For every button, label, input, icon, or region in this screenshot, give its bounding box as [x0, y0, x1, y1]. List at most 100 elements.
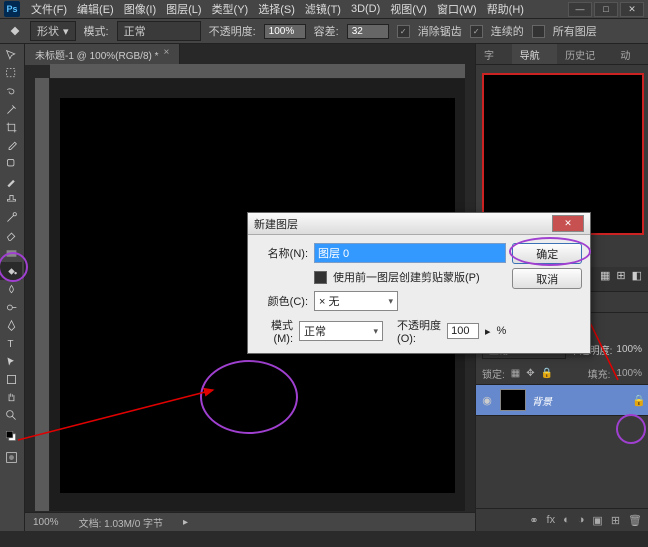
- svg-text:T: T: [7, 338, 13, 349]
- lock-all-icon[interactable]: 🔒: [541, 368, 553, 379]
- panel-icon[interactable]: ⊞: [616, 269, 625, 289]
- ruler-vertical: [35, 78, 50, 511]
- path-tool[interactable]: [0, 352, 22, 370]
- gradient-tool[interactable]: [0, 244, 22, 262]
- link-layers-icon[interactable]: ⚭: [529, 514, 538, 527]
- close-window-button[interactable]: ✕: [620, 2, 644, 17]
- menubar: Ps 文件(F) 编辑(E) 图像(I) 图层(L) 类型(Y) 选择(S) 滤…: [0, 0, 648, 19]
- panel-icon[interactable]: ◧: [632, 269, 642, 289]
- status-bar: 100% 文档: 1.03M/0 字节 ▸: [25, 512, 475, 531]
- menu-file[interactable]: 文件(F): [26, 1, 72, 17]
- document-tab-close-icon[interactable]: ×: [164, 47, 170, 62]
- zoom-display[interactable]: 100%: [33, 517, 59, 528]
- eraser-tool[interactable]: [0, 226, 22, 244]
- visibility-toggle-icon[interactable]: ◉: [480, 394, 494, 407]
- mode-field-label: 模式(M):: [258, 317, 293, 345]
- dialog-mode-dropdown[interactable]: 正常: [299, 321, 383, 341]
- layer-name-label[interactable]: 背景: [532, 393, 626, 408]
- adjustment-layer-icon[interactable]: ◑: [578, 514, 585, 526]
- tolerance-field[interactable]: 32: [347, 24, 389, 39]
- dialog-close-button[interactable]: ✕: [552, 215, 584, 232]
- menu-filter[interactable]: 滤镜(T): [300, 1, 346, 17]
- menu-edit[interactable]: 编辑(E): [72, 1, 119, 17]
- lasso-tool[interactable]: [0, 82, 22, 100]
- crop-tool[interactable]: [0, 118, 22, 136]
- antialias-checkbox[interactable]: ✓: [397, 25, 410, 38]
- navigator-preview[interactable]: [482, 73, 644, 235]
- mode-label: 模式:: [84, 23, 109, 39]
- document-tab-label: 未标题-1 @ 100%(RGB/8) *: [35, 47, 159, 62]
- trash-icon[interactable]: 🗑: [628, 514, 642, 527]
- ok-button[interactable]: 确定: [512, 243, 582, 264]
- move-tool[interactable]: [0, 46, 22, 64]
- type-tool[interactable]: T: [0, 334, 22, 352]
- stamp-tool[interactable]: [0, 190, 22, 208]
- layer-row-background[interactable]: ◉ 背景 🔒: [476, 385, 648, 416]
- pen-tool[interactable]: [0, 316, 22, 334]
- layer-thumbnail[interactable]: [500, 389, 526, 411]
- dialog-titlebar[interactable]: 新建图层 ✕: [248, 213, 590, 235]
- marquee-tool[interactable]: [0, 64, 22, 82]
- color-swatch[interactable]: [0, 424, 22, 448]
- tab-actions[interactable]: 动作: [612, 44, 648, 64]
- lock-icon: 🔒: [632, 394, 644, 407]
- opacity-field[interactable]: 100%: [264, 24, 306, 39]
- layer-mask-icon[interactable]: ◐: [563, 514, 570, 526]
- menu-layer[interactable]: 图层(L): [161, 1, 206, 17]
- layer-fx-icon[interactable]: fx: [547, 514, 556, 526]
- bucket-tool[interactable]: [0, 262, 22, 280]
- name-field-label: 名称(N):: [258, 245, 308, 261]
- lock-position-icon[interactable]: ✥: [526, 368, 534, 379]
- menu-window[interactable]: 窗口(W): [432, 1, 482, 17]
- eyedropper-tool[interactable]: [0, 136, 22, 154]
- color-dropdown[interactable]: × 无: [314, 291, 398, 311]
- layer-opacity-value[interactable]: 100%: [616, 344, 642, 355]
- tolerance-label: 容差:: [314, 23, 339, 39]
- menu-image[interactable]: 图像(I): [119, 1, 161, 17]
- minimize-button[interactable]: —: [568, 2, 592, 17]
- contiguous-checkbox[interactable]: ✓: [470, 25, 483, 38]
- menu-3d[interactable]: 3D(D): [346, 3, 385, 15]
- tab-history[interactable]: 历史记录: [557, 44, 612, 64]
- fill-type-label: 形状: [37, 23, 59, 39]
- brush-tool[interactable]: [0, 172, 22, 190]
- dialog-opacity-input[interactable]: 100: [447, 323, 479, 339]
- tab-character[interactable]: 字符: [476, 44, 512, 64]
- top-panel-tabs: 字符 导航器 历史记录 动作: [476, 44, 648, 65]
- antialias-label: 消除锯齿: [418, 23, 462, 39]
- menu-select[interactable]: 选择(S): [253, 1, 300, 17]
- clipmask-checkbox[interactable]: [314, 271, 327, 284]
- cancel-button[interactable]: 取消: [512, 268, 582, 289]
- heal-tool[interactable]: [0, 154, 22, 172]
- menu-type[interactable]: 类型(Y): [207, 1, 254, 17]
- zoom-tool[interactable]: [0, 406, 22, 424]
- dodge-tool[interactable]: [0, 298, 22, 316]
- app-logo: Ps: [4, 1, 20, 17]
- layer-name-input[interactable]: 图层 0: [314, 243, 506, 263]
- maximize-button[interactable]: □: [594, 2, 618, 17]
- lock-pixels-icon[interactable]: ▦: [511, 368, 520, 379]
- alllayers-label: 所有图层: [553, 23, 597, 39]
- statusbar-chevron-icon[interactable]: ▸: [183, 517, 188, 528]
- folder-icon[interactable]: ▣: [592, 514, 602, 527]
- fill-type-dropdown[interactable]: 形状 ▾: [30, 21, 76, 41]
- history-brush-tool[interactable]: [0, 208, 22, 226]
- bucket-tool-icon: [8, 24, 22, 38]
- quickmask-tool[interactable]: [0, 448, 22, 466]
- hand-tool[interactable]: [0, 388, 22, 406]
- menu-help[interactable]: 帮助(H): [482, 1, 529, 17]
- wand-tool[interactable]: [0, 100, 22, 118]
- alllayers-checkbox[interactable]: [532, 25, 545, 38]
- blur-tool[interactable]: [0, 280, 22, 298]
- shape-tool[interactable]: [0, 370, 22, 388]
- menu-view[interactable]: 视图(V): [385, 1, 432, 17]
- fill-label: 填充:: [588, 366, 611, 381]
- fill-value[interactable]: 100%: [616, 368, 642, 379]
- opacity-label: 不透明度:: [209, 23, 256, 39]
- new-layer-icon[interactable]: ⊞: [611, 514, 620, 527]
- panel-icon[interactable]: ▦: [600, 269, 610, 289]
- tab-navigator[interactable]: 导航器: [512, 44, 557, 64]
- mode-dropdown[interactable]: 正常: [117, 21, 201, 41]
- document-tab[interactable]: 未标题-1 @ 100%(RGB/8) * ×: [25, 44, 180, 65]
- percent-label: %: [496, 325, 506, 337]
